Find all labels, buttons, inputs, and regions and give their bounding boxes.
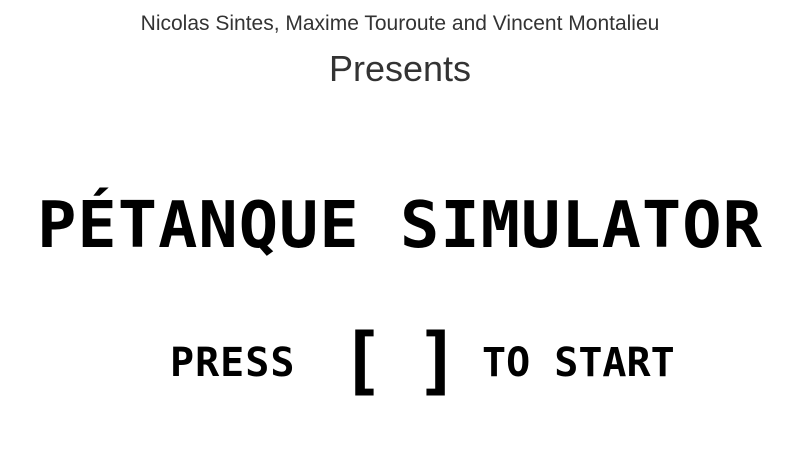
bracket-left: [ [340,318,385,404]
start-key-button[interactable]: [ ] [340,324,460,398]
bracket-right: ] [415,318,460,404]
start-prompt: PRESS [ ] TO START [0,322,800,402]
to-start-label: TO START [482,340,675,386]
presents-text: Presents [328,48,472,89]
game-title: PÉTANQUE SIMULATOR [37,189,763,263]
press-label: PRESS [170,340,296,386]
credits-text: Nicolas Sintes, Maxime Touroute and Vinc… [140,12,660,35]
